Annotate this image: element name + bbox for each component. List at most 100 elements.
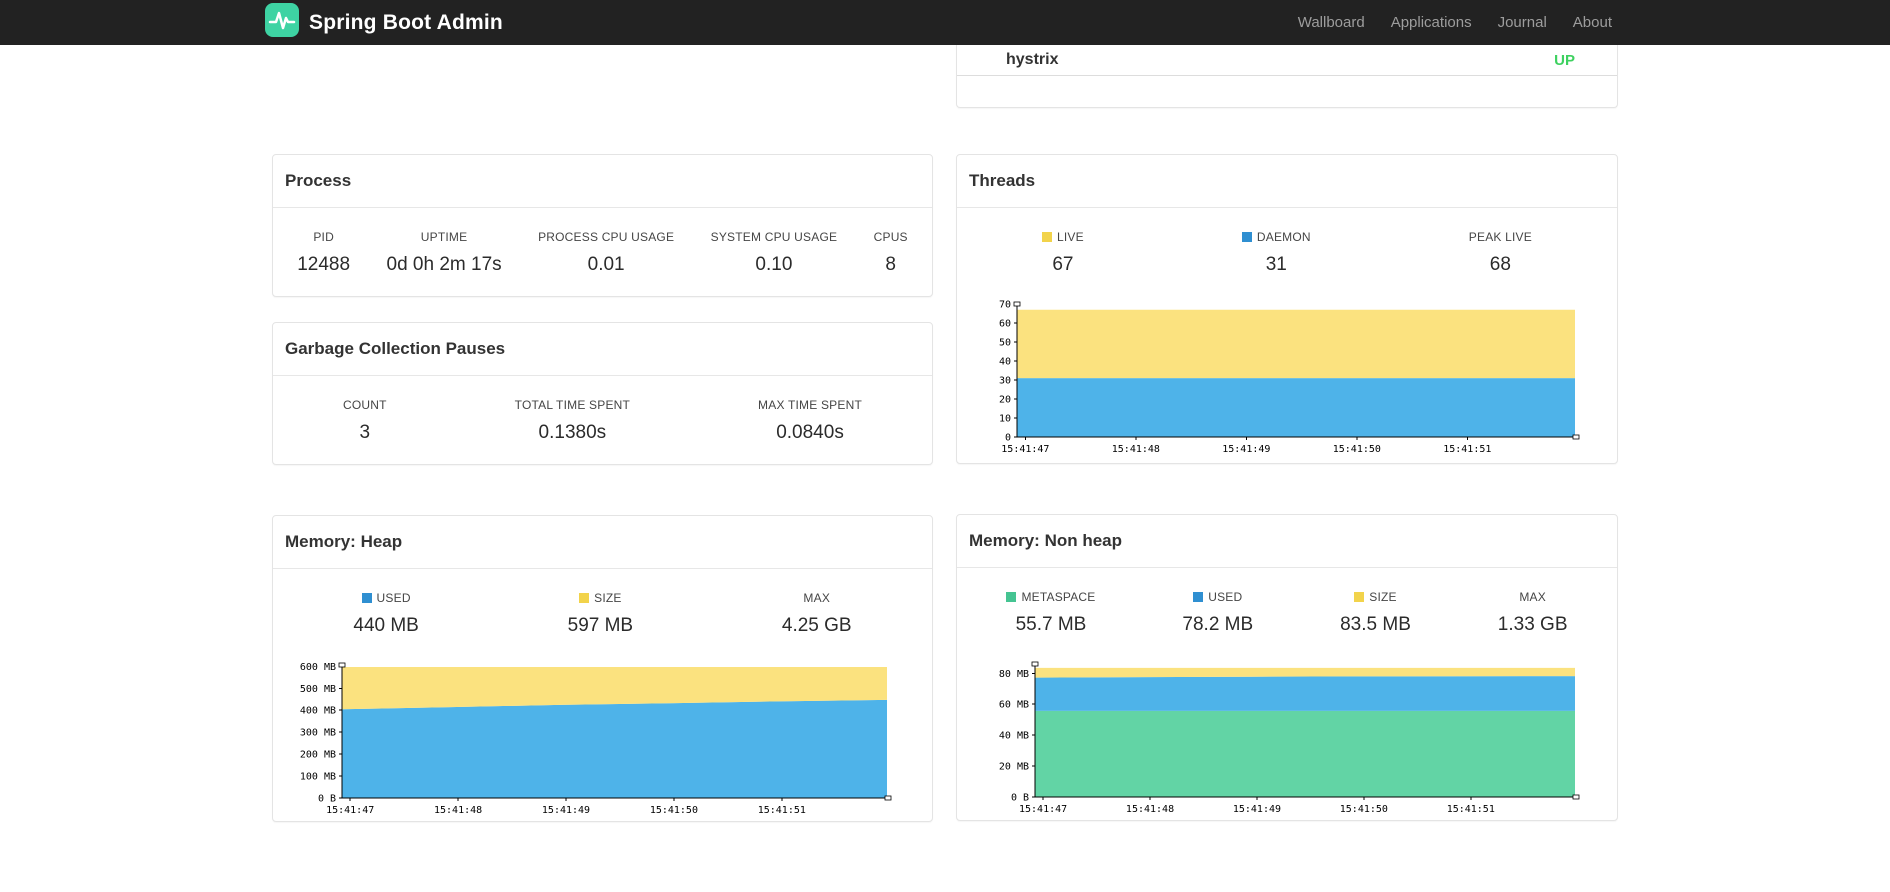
nav-item-wallboard[interactable]: Wallboard xyxy=(1285,14,1378,31)
svg-text:200 MB: 200 MB xyxy=(300,750,336,761)
threads-chart: 0 10 20 30 40 50 60 70 15:41:47 15:41:48 15:41:49 1… xyxy=(999,300,1580,455)
heap-size-swatch xyxy=(579,593,590,603)
panel-memory-nonheap: Memory: Non heap METASPACE 55.7 MB USED … xyxy=(956,514,1618,821)
main-content: Process PID 12488 UPTIME 0d 0h 2m 17s PR… xyxy=(272,45,1618,822)
svg-text:70: 70 xyxy=(999,300,1011,311)
nonheap-stats: METASPACE 55.7 MB USED 78.2 MB SIZE 83.5… xyxy=(957,568,1617,652)
svg-text:80 MB: 80 MB xyxy=(999,669,1029,680)
spring-boot-admin-logo-icon xyxy=(265,3,299,42)
stat-heap-max: MAX 4.25 GB xyxy=(781,591,852,636)
nav-links: Wallboard Applications Journal About xyxy=(1285,14,1625,31)
svg-text:30: 30 xyxy=(999,376,1011,387)
stat-heap-size: SIZE 597 MB xyxy=(567,591,634,636)
brand-title: Spring Boot Admin xyxy=(309,10,503,34)
top-navbar: Spring Boot Admin Wallboard Applications… xyxy=(0,0,1890,45)
svg-text:40: 40 xyxy=(999,357,1011,368)
stat-process-cpu-usage: PROCESS CPU USAGE 0.01 xyxy=(538,230,675,275)
stat-system-cpu-usage: SYSTEM CPU USAGE 0.10 xyxy=(710,230,838,275)
svg-text:15:41:47: 15:41:47 xyxy=(1019,804,1067,815)
svg-text:15:41:48: 15:41:48 xyxy=(1126,804,1174,815)
svg-text:15:41:47: 15:41:47 xyxy=(1001,444,1049,455)
svg-text:100 MB: 100 MB xyxy=(300,772,336,783)
svg-text:15:41:51: 15:41:51 xyxy=(1447,804,1495,815)
nonheap-size-swatch xyxy=(1354,592,1365,602)
heap-panel-title: Memory: Heap xyxy=(285,532,403,551)
nonheap-panel-title: Memory: Non heap xyxy=(969,531,1123,550)
stat-threads-live: LIVE 67 xyxy=(1042,230,1084,276)
gc-panel-title: Garbage Collection Pauses xyxy=(285,339,506,358)
svg-text:300 MB: 300 MB xyxy=(300,728,336,739)
svg-text:15:41:50: 15:41:50 xyxy=(1340,804,1388,815)
stat-nonheap-size: SIZE 83.5 MB xyxy=(1340,590,1411,635)
heap-used-swatch xyxy=(361,593,372,603)
svg-text:15:41:51: 15:41:51 xyxy=(1443,444,1491,455)
svg-text:20 MB: 20 MB xyxy=(999,762,1029,773)
process-panel-title: Process xyxy=(285,171,352,190)
gc-panel-header: Garbage Collection Pauses xyxy=(273,323,932,376)
svg-text:0: 0 xyxy=(1005,433,1011,444)
svg-text:15:41:48: 15:41:48 xyxy=(434,805,482,816)
stat-gc-total-time: TOTAL TIME SPENT 0.1380s xyxy=(514,398,631,443)
svg-text:15:41:51: 15:41:51 xyxy=(758,805,806,816)
svg-text:60: 60 xyxy=(999,319,1011,330)
nonheap-metaspace-swatch xyxy=(1006,592,1017,602)
svg-text:60 MB: 60 MB xyxy=(999,700,1029,711)
svg-text:20: 20 xyxy=(999,395,1011,406)
threads-daemon-swatch xyxy=(1241,232,1252,242)
svg-text:50: 50 xyxy=(999,338,1011,349)
stat-gc-max-time: MAX TIME SPENT 0.0840s xyxy=(758,398,862,443)
svg-text:500 MB: 500 MB xyxy=(300,684,336,695)
application-name[interactable]: hystrix xyxy=(1006,51,1058,69)
svg-text:15:41:49: 15:41:49 xyxy=(1222,444,1270,455)
threads-panel-title: Threads xyxy=(969,171,1036,190)
process-stats: PID 12488 UPTIME 0d 0h 2m 17s PROCESS CP… xyxy=(273,208,932,292)
threads-chart-container: 0 10 20 30 40 50 60 70 15:41:47 15:41:48 15:41:49 1… xyxy=(957,296,1617,461)
stat-threads-peak-live: PEAK LIVE 68 xyxy=(1468,230,1532,275)
svg-text:600 MB: 600 MB xyxy=(300,662,336,673)
svg-text:15:41:47: 15:41:47 xyxy=(326,805,374,816)
heap-chart-container: 0 B 100 MB 200 MB 300 MB 400 MB 500 MB 600 MB 1… xyxy=(273,657,932,821)
nav-item-applications[interactable]: Applications xyxy=(1378,14,1485,31)
application-status-badge: UP xyxy=(1554,51,1575,69)
nonheap-chart-container: 0 B 20 MB 40 MB 60 MB 80 MB 15:41:47 15:41:48 1… xyxy=(957,656,1617,820)
process-panel-header: Process xyxy=(273,155,932,208)
panel-threads: Threads LIVE 67 DAEMON 31 PEAK LIVE 68 0… xyxy=(956,154,1618,464)
svg-text:0 B: 0 B xyxy=(1011,793,1029,804)
heap-panel-header: Memory: Heap xyxy=(273,516,932,569)
threads-live-swatch xyxy=(1042,232,1053,242)
panel-process: Process PID 12488 UPTIME 0d 0h 2m 17s PR… xyxy=(272,154,933,297)
nav-item-about[interactable]: About xyxy=(1560,14,1625,31)
stat-heap-used: USED 440 MB xyxy=(353,591,419,636)
heap-chart: 0 B 100 MB 200 MB 300 MB 400 MB 500 MB 600 MB 1… xyxy=(300,662,892,816)
svg-text:400 MB: 400 MB xyxy=(300,706,336,717)
stat-gc-count: COUNT 3 xyxy=(342,398,387,443)
nonheap-used-swatch xyxy=(1193,592,1204,602)
svg-text:15:41:48: 15:41:48 xyxy=(1112,444,1160,455)
threads-stats: LIVE 67 DAEMON 31 PEAK LIVE 68 xyxy=(957,208,1617,292)
nonheap-chart: 0 B 20 MB 40 MB 60 MB 80 MB 15:41:47 15:41:48 1… xyxy=(999,661,1580,815)
stat-uptime: UPTIME 0d 0h 2m 17s xyxy=(386,230,502,275)
svg-text:10: 10 xyxy=(999,414,1011,425)
svg-text:0 B: 0 B xyxy=(318,794,336,805)
svg-text:15:41:49: 15:41:49 xyxy=(1233,804,1281,815)
panel-gc-pauses: Garbage Collection Pauses COUNT 3 TOTAL … xyxy=(272,322,933,465)
panel-memory-heap: Memory: Heap USED 440 MB SIZE 597 MB MAX… xyxy=(272,515,933,822)
nonheap-panel-header: Memory: Non heap xyxy=(957,515,1617,568)
stat-nonheap-max: MAX 1.33 GB xyxy=(1497,590,1568,635)
stat-nonheap-used: USED 78.2 MB xyxy=(1182,590,1254,635)
svg-text:15:41:50: 15:41:50 xyxy=(1333,444,1381,455)
stat-pid: PID 12488 xyxy=(297,230,351,275)
stat-cpus: CPUS 8 xyxy=(873,230,908,275)
application-row-hystrix[interactable]: hystrix UP xyxy=(957,45,1617,76)
gc-stats: COUNT 3 TOTAL TIME SPENT 0.1380s MAX TIM… xyxy=(273,376,932,460)
threads-panel-header: Threads xyxy=(957,155,1617,208)
svg-text:15:41:49: 15:41:49 xyxy=(542,805,590,816)
nav-item-journal[interactable]: Journal xyxy=(1485,14,1560,31)
stat-threads-daemon: DAEMON 31 xyxy=(1241,230,1311,276)
svg-text:40 MB: 40 MB xyxy=(999,731,1029,742)
heap-stats: USED 440 MB SIZE 597 MB MAX 4.25 GB xyxy=(273,569,932,653)
panel-application-statuses: hystrix UP xyxy=(956,45,1618,108)
svg-text:15:41:50: 15:41:50 xyxy=(650,805,698,816)
brand-link[interactable]: Spring Boot Admin xyxy=(265,3,503,42)
stat-nonheap-metaspace: METASPACE 55.7 MB xyxy=(1006,590,1095,636)
